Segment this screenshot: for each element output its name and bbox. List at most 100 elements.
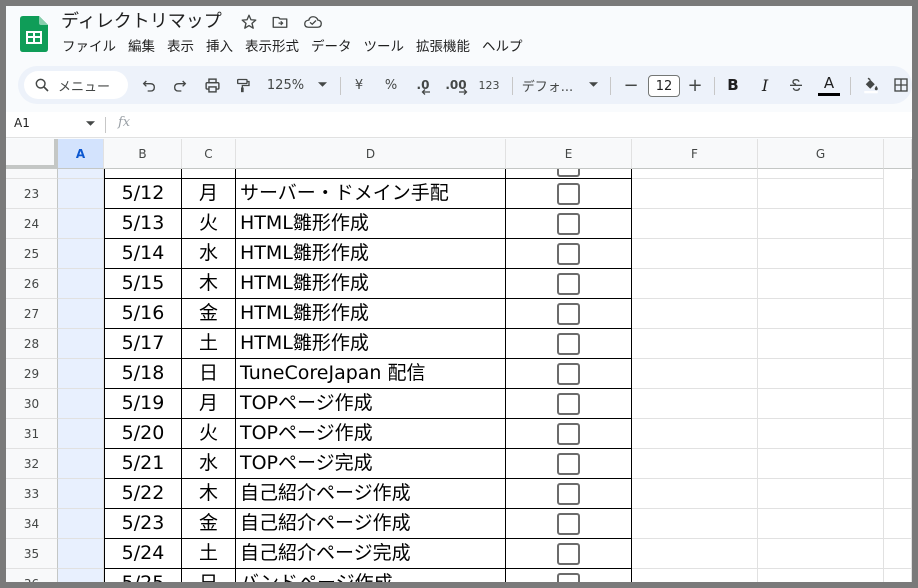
cell[interactable] — [58, 209, 104, 239]
column-header-b[interactable]: B — [104, 139, 182, 169]
cell-date[interactable]: 5/24 — [104, 539, 182, 569]
cell-checkbox[interactable] — [506, 329, 632, 359]
cell-checkbox[interactable] — [506, 509, 632, 539]
cell-task[interactable]: TOPページ作成 — [236, 389, 506, 419]
row-header[interactable]: 30 — [6, 389, 58, 419]
cell-checkbox[interactable] — [506, 539, 632, 569]
menu-data[interactable]: データ — [305, 36, 358, 58]
cell-date[interactable]: 5/13 — [104, 209, 182, 239]
cell[interactable] — [884, 209, 912, 239]
cell-task[interactable]: HTML雛形作成 — [236, 299, 506, 329]
row-header[interactable] — [6, 169, 58, 179]
cell-day[interactable] — [182, 169, 236, 179]
cell[interactable] — [758, 479, 884, 509]
cell-date[interactable]: 5/19 — [104, 389, 182, 419]
zoom-dropdown[interactable]: 125% — [262, 66, 332, 104]
menu-help[interactable]: ヘルプ — [476, 36, 529, 58]
checkbox[interactable] — [556, 453, 580, 475]
cell[interactable] — [884, 419, 912, 449]
column-header-g[interactable]: G — [758, 139, 884, 169]
checkbox[interactable] — [556, 243, 580, 265]
cell[interactable] — [632, 169, 758, 179]
cell-task[interactable]: TOPページ作成 — [236, 419, 506, 449]
cell-date[interactable]: 5/21 — [104, 449, 182, 479]
column-header-c[interactable]: C — [182, 139, 236, 169]
checkbox[interactable] — [556, 303, 580, 325]
row-header[interactable]: 23 — [6, 179, 58, 209]
fill-color-button[interactable] — [858, 66, 884, 104]
cell[interactable] — [58, 179, 104, 209]
cell[interactable] — [758, 509, 884, 539]
spreadsheet-grid[interactable]: A B C D E F G 23 5/12 月サーバー・ドメイン手配 24 5/13 火 H… — [6, 139, 912, 582]
cell-checkbox[interactable] — [506, 239, 632, 269]
checkbox[interactable] — [556, 483, 580, 505]
increase-decimal-button[interactable]: .00 — [442, 66, 470, 104]
cell-checkbox[interactable] — [506, 479, 632, 509]
cell[interactable] — [58, 269, 104, 299]
row-header[interactable]: 26 — [6, 269, 58, 299]
cell-day[interactable]: 土 — [182, 329, 236, 359]
chevron-down-icon[interactable] — [86, 121, 95, 127]
row-header[interactable]: 28 — [6, 329, 58, 359]
checkbox[interactable] — [556, 423, 580, 445]
column-header-f[interactable]: F — [632, 139, 758, 169]
select-all-corner[interactable] — [6, 139, 58, 169]
cell[interactable] — [58, 239, 104, 269]
row-header[interactable]: 36 — [6, 569, 58, 582]
cloud-saved-icon[interactable] — [303, 12, 323, 32]
checkbox[interactable] — [556, 213, 580, 235]
checkbox[interactable] — [556, 513, 580, 535]
cell[interactable] — [758, 179, 884, 209]
cell-day[interactable]: 木 — [182, 269, 236, 299]
cell-task[interactable]: HTML雛形作成 — [236, 209, 506, 239]
cell-date[interactable]: 5/16 — [104, 299, 182, 329]
star-icon[interactable] — [239, 12, 259, 32]
cell[interactable] — [758, 539, 884, 569]
cell[interactable] — [758, 169, 884, 179]
cell-date[interactable]: 5/20 — [104, 419, 182, 449]
cell-date[interactable]: 5/18 — [104, 359, 182, 389]
cell[interactable] — [58, 389, 104, 419]
menu-edit[interactable]: 編集 — [122, 36, 161, 58]
bold-button[interactable]: B — [722, 66, 744, 104]
cell[interactable] — [758, 239, 884, 269]
cell[interactable] — [758, 569, 884, 582]
cell[interactable] — [58, 419, 104, 449]
checkbox[interactable] — [556, 333, 580, 355]
cell-day[interactable]: 土 — [182, 539, 236, 569]
borders-button[interactable] — [890, 66, 912, 104]
cell[interactable] — [58, 169, 104, 179]
row-header[interactable]: 27 — [6, 299, 58, 329]
cell[interactable] — [884, 239, 912, 269]
row-header[interactable]: 25 — [6, 239, 58, 269]
cell[interactable] — [58, 359, 104, 389]
cell[interactable] — [758, 269, 884, 299]
cell[interactable] — [632, 209, 758, 239]
cell-date[interactable]: 5/14 — [104, 239, 182, 269]
column-header-d[interactable]: D — [236, 139, 506, 169]
cell[interactable] — [632, 389, 758, 419]
font-size-input[interactable]: 12 — [648, 75, 680, 97]
cell-date[interactable]: 5/17 — [104, 329, 182, 359]
column-header-a[interactable]: A — [58, 139, 104, 169]
cell-checkbox[interactable] — [506, 299, 632, 329]
menu-insert[interactable]: 挿入 — [200, 36, 239, 58]
cell-task[interactable]: TOPページ完成 — [236, 449, 506, 479]
font-size-increase-button[interactable]: + — [684, 66, 706, 104]
cell[interactable] — [632, 299, 758, 329]
decrease-decimal-button[interactable]: .0 — [411, 66, 435, 104]
name-box[interactable]: A1 — [14, 116, 30, 130]
checkbox[interactable] — [556, 393, 580, 415]
cell-date[interactable]: 5/15 — [104, 269, 182, 299]
font-family-dropdown[interactable]: デフォ... — [520, 66, 600, 104]
menu-tools[interactable]: ツール — [358, 36, 411, 58]
cell-date[interactable]: 5/23 — [104, 509, 182, 539]
cell-day[interactable]: 金 — [182, 299, 236, 329]
cell[interactable] — [632, 269, 758, 299]
cell[interactable] — [884, 359, 912, 389]
menu-format[interactable]: 表示形式 — [239, 36, 305, 58]
cell-day[interactable]: 月 — [182, 389, 236, 419]
cell-checkbox[interactable] — [506, 449, 632, 479]
cell[interactable] — [758, 449, 884, 479]
cell[interactable] — [58, 479, 104, 509]
